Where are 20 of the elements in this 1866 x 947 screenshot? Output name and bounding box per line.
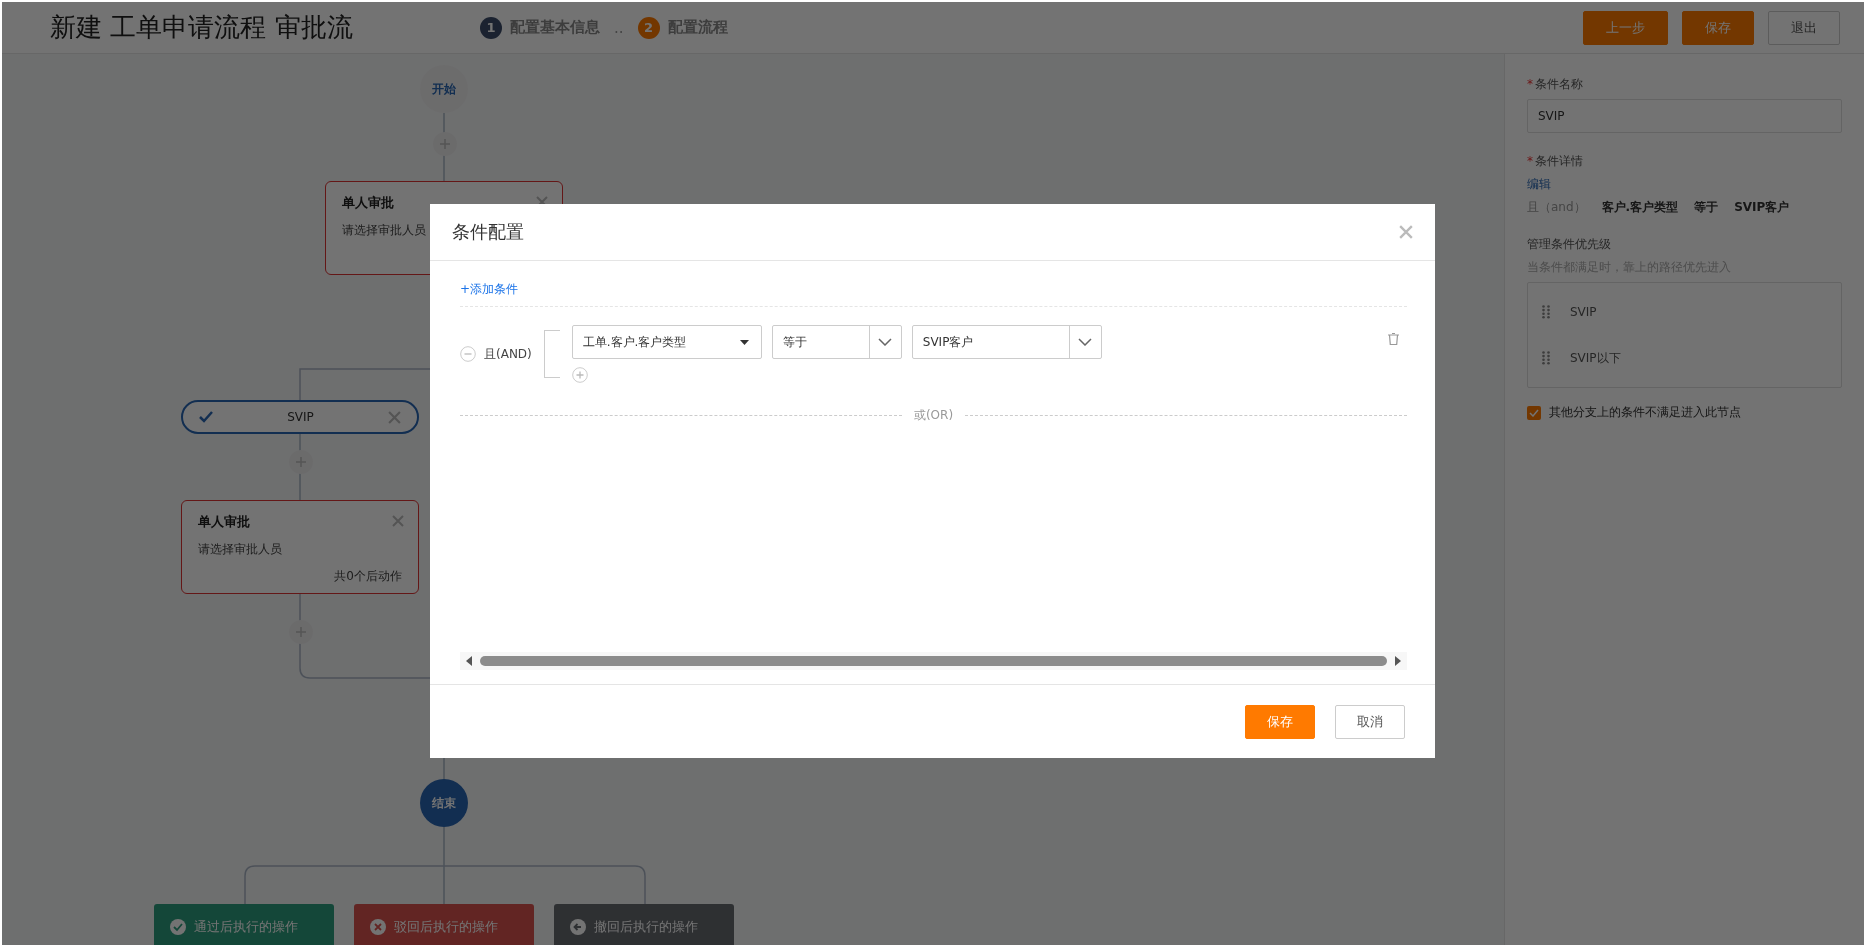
checkbox-label: 其他分支上的条件不满足进入此节点: [1549, 404, 1741, 421]
field-label: * 条件详情: [1527, 153, 1584, 170]
node-footer: 共0个后动作: [334, 568, 402, 585]
dialog-title: 条件配置: [452, 220, 524, 244]
section-label: 管理条件优先级: [1527, 236, 1612, 253]
condition-summary-text: SVIP客户: [1734, 199, 1790, 216]
step-number: 2: [637, 16, 660, 39]
or-divider-label: 或(OR): [913, 407, 954, 424]
node-title: 单人审批: [198, 513, 250, 531]
condition-summary-text: 客户.客户类型: [1601, 199, 1679, 216]
step-number: 1: [480, 16, 502, 39]
page-title: 新建 工单申请流程 审批流: [50, 11, 354, 44]
logic-label: 且(AND): [484, 345, 532, 363]
condition-summary-text: 等于: [1694, 199, 1719, 216]
node-hint: 请选择审批人员: [198, 541, 282, 558]
step-separator: ..: [614, 18, 624, 37]
node-title: 单人审批: [342, 194, 394, 212]
field-label: * 条件名称: [1527, 76, 1584, 93]
condition-label: SVIP: [287, 410, 314, 424]
node-hint: 请选择审批人员: [342, 222, 426, 239]
